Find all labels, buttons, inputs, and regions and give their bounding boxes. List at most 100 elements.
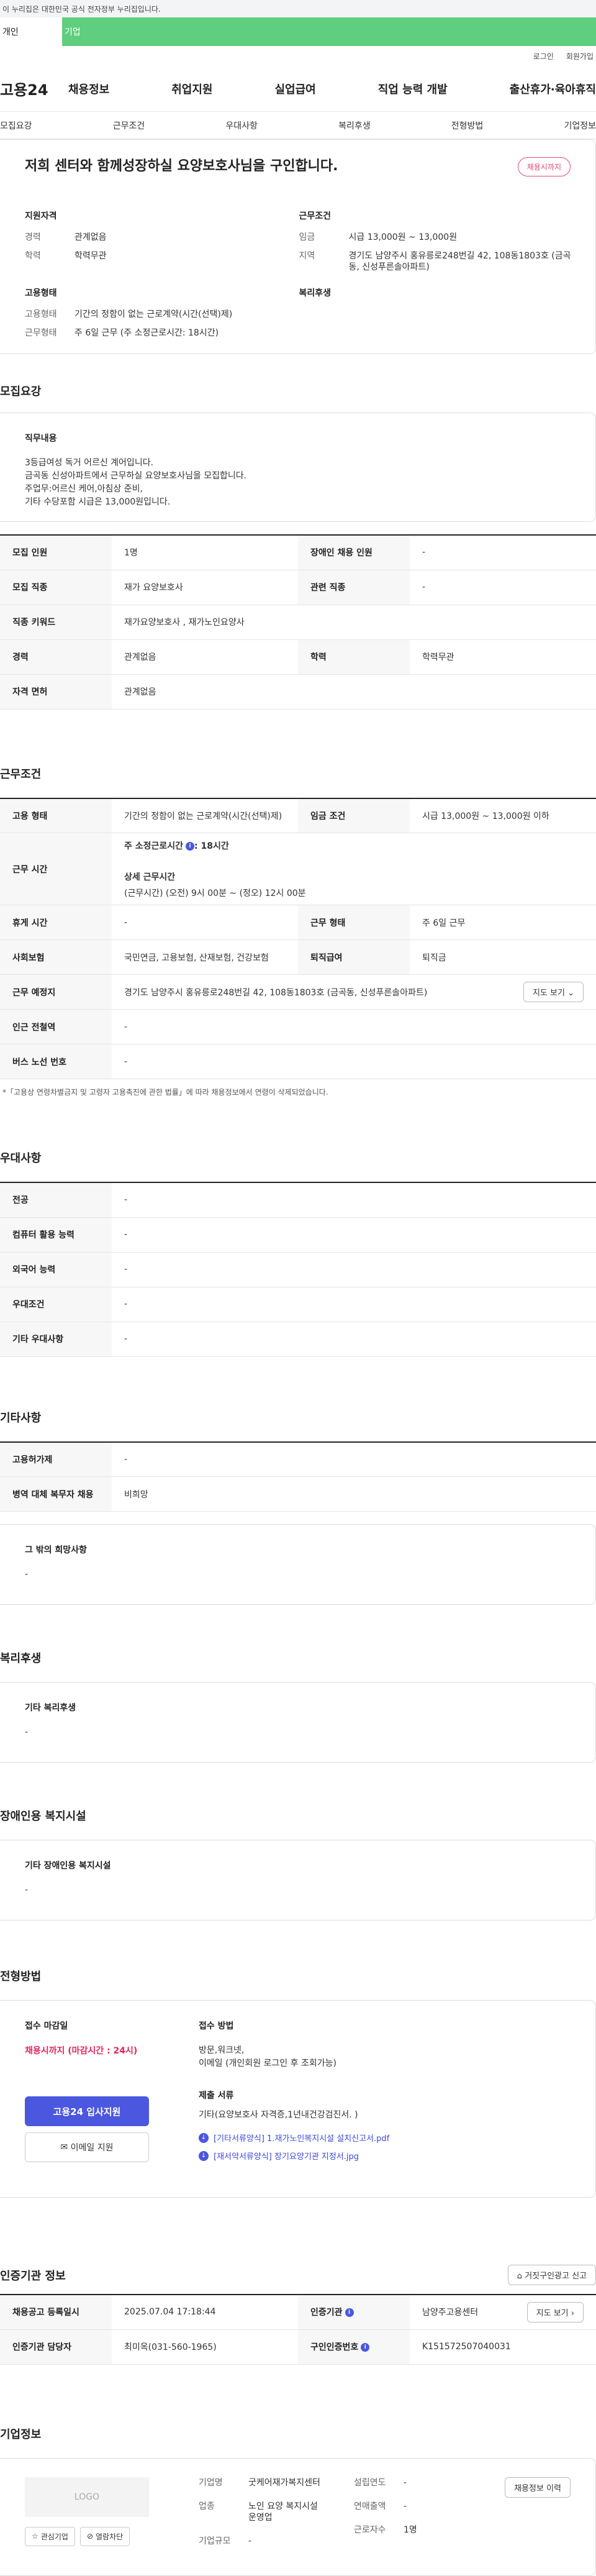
welfare-header: 복리후생 [299,288,332,298]
work-place-value: 경기도 남양주시 홍유릉로248번길 42, 108동1803호 (금곡동, 신… [124,987,428,998]
cell-value: 국민연금, 고용보험, 산재보험, 건강보험 [112,939,298,975]
file-link-label: [기타서류양식] 1.재가노인복지시설 설치신고서.pdf [214,2134,390,2144]
report-button[interactable]: ⌂ 거짓구인광고 신고 [507,2265,596,2285]
info-icon[interactable]: i [186,841,195,851]
anchor-welfare[interactable]: 복리후생 [338,119,371,132]
size-label: 기업규모 [199,2536,231,2546]
welfare-card-value: - [25,1727,29,1737]
utility-links: 로그인 회원가입 [0,46,596,66]
etc-table: 고용허가제 - 병역 대체 복무자 채용 비희망 [0,1441,596,1512]
gnb-item-employment-support[interactable]: 취업지원 [171,81,212,97]
anchor-work[interactable]: 근무조건 [113,119,145,132]
selection-card: 접수 마감일 채용시까지 (마감시간 : 24시) 고용24 입사지원 ✉ 이메… [0,2000,596,2198]
block-view-button[interactable]: ⊘ 열람차단 [79,2526,130,2546]
cell-label: 직종 키워드 [0,605,112,640]
qual-edu-value: 학력무관 [74,251,107,261]
cell-value: - [112,1322,596,1357]
apply-button[interactable]: 고용24 입사지원 [25,2096,149,2126]
cell-label: 버스 노선 번호 [0,1044,112,1079]
file-link[interactable]: ↓ [재서약서류양식] 장기요양기관 지정서.jpg [199,2150,571,2162]
table-row: 사회보험 국민연금, 고용보험, 산재보험, 건강보험 퇴직급여 퇴직금 [0,939,596,975]
cert-label: 구인인증번호 [310,2342,359,2352]
map-button[interactable]: 지도 보기 ⌄ [523,982,584,1002]
employees-label: 근로자수 [354,2524,386,2535]
anchor-selection[interactable]: 전형방법 [451,119,484,132]
company-name-label: 기업명 [199,2477,223,2488]
tab-company-label: 기업 [65,27,81,37]
table-row: 직종 키워드 재가요양보호사 , 재가노인요양사 [0,605,596,640]
email-apply-button[interactable]: ✉ 이메일 지원 [25,2132,149,2162]
gnb-item-jobs[interactable]: 채용정보 [68,81,109,97]
section-anchor-nav: 모집요강 근무조건 우대사항 복리후생 전형방법 기업정보 [0,112,596,139]
tab-personal[interactable]: 개인 [0,17,62,46]
cell-value: 1명 [112,535,298,570]
cell-label: 고용 형태 [0,798,112,833]
tab-company[interactable]: 기업 [62,17,596,46]
cond-region-label: 지역 [299,251,315,261]
table-row: 기타 우대사항 - [0,1322,596,1357]
table-row: 고용 형태 기간의 정함이 없는 근로계약(시간(선택)제) 임금 조건 시급 … [0,798,596,833]
file-link[interactable]: ↓ [기타서류양식] 1.재가노인복지시설 설치신고서.pdf [199,2132,571,2144]
deadline-header: 접수 마감일 [25,2021,68,2031]
duty-line: 3등급여성 독거 어르신 계어입니다. [25,458,154,468]
report-button-label: 거짓구인광고 신고 [525,2272,587,2281]
industry-label: 업종 [199,2501,215,2511]
agency-label-cell: 인증기관 i [298,2295,410,2330]
cell-label: 컴퓨터 활용 능력 [0,1217,112,1253]
cell-value: K151572507040031 [410,2329,596,2365]
etc-other-card: 그 밖의 희망사항 - [0,1524,596,1605]
cell-label: 근무 시간 [0,833,112,905]
docs-value: 기타(요양보호사 자격증,1년내건강검진서. ) [199,2110,358,2120]
disabled-card-value: - [25,1885,29,1895]
table-row: 근무 시간 주 소정근로시간 i: 18시간 상세 근무시간 (근무시간) (오전… [0,833,596,905]
report-icon: ⌂ [517,2272,523,2281]
anchor-company[interactable]: 기업정보 [564,119,596,132]
cell-label: 인증기관 담당자 [0,2329,112,2365]
cell-value: 재가 요양보호사 [112,570,298,605]
etc-section-title: 기타사항 [0,1411,42,1425]
info-icon[interactable]: i [361,2343,370,2352]
selection-section-title: 전형방법 [0,1970,42,1983]
qual-header: 지원자격 [25,211,57,221]
cert-label-cell: 구인인증번호 i [298,2329,410,2365]
anchor-recruit[interactable]: 모집요강 [0,119,32,132]
welfare-card-header: 기타 복리후생 [25,1703,76,1713]
anchor-prefer[interactable]: 우대사항 [225,119,258,132]
cond-region-value: 경기도 남양주시 홍유릉로248번길 42, 108동1803호 (금곡동, 신… [348,251,571,272]
login-link[interactable]: 로그인 [533,51,554,62]
company-logo-placeholder: LOGO [25,2477,149,2517]
docs-header: 제출 서류 [199,2091,234,2101]
cell-value: 최미옥(031-560-1965) [112,2329,298,2365]
agency-map-button[interactable]: 지도 보기 › [526,2301,584,2323]
table-row: 고용허가제 - [0,1441,596,1477]
interest-label: 관심기업 [40,2532,68,2541]
info-icon[interactable]: i [345,2308,354,2318]
site-logo[interactable]: 고용24 [0,78,68,99]
interest-company-button[interactable]: ☆ 관심기업 [25,2526,75,2546]
disabled-section-title: 장애인용 복지시설 [0,1810,86,1823]
hours-weekly-label: 주 소정근로시간 [124,841,184,851]
table-row: 전공 - [0,1182,596,1218]
cell-label: 사회보험 [0,939,112,975]
chevron-right-icon: › [571,2308,574,2318]
duty-line: 금곡동 신성아파트에서 근무하실 요양보호사님을 모집합니다. [25,471,247,481]
cell-value: - [112,1044,596,1079]
agency-label: 인증기관 [310,2308,343,2318]
emp-shape-value: 주 6일 근무 (주 소정근로시간: 18시간) [74,328,219,338]
block-icon: ⊘ [86,2532,93,2541]
gnb-item-leave[interactable]: 출산휴가·육아휴직 [510,81,596,97]
cell-label: 관련 직종 [298,570,410,605]
join-link[interactable]: 회원가입 [566,51,594,62]
work-hours-cell: 주 소정근로시간 i: 18시간 상세 근무시간 (근무시간) (오전) 9시 0… [112,833,596,905]
cell-value: 기간의 정함이 없는 근로계약(시간(선택)제) [112,798,298,833]
table-row: 경력 관계없음 학력 학력무관 [0,639,596,675]
cell-value: - [112,1009,596,1044]
job-history-button[interactable]: 채용정보 이력 [505,2477,571,2498]
cell-label: 고용허가제 [0,1441,112,1477]
email-apply-label: 이메일 지원 [70,2143,114,2153]
gnb-item-unemployment[interactable]: 실업급여 [275,81,316,97]
gnb-item-training[interactable]: 직업 능력 개발 [378,81,448,97]
method-line: 이메일 (개인회원 로그인 후 조회가능) [199,2058,336,2068]
table-row: 채용공고 등록일시 2025.07.04 17:18:44 인증기관 i 남양주고… [0,2295,596,2330]
welfare-card: 기타 복리후생 - [0,1682,596,1763]
